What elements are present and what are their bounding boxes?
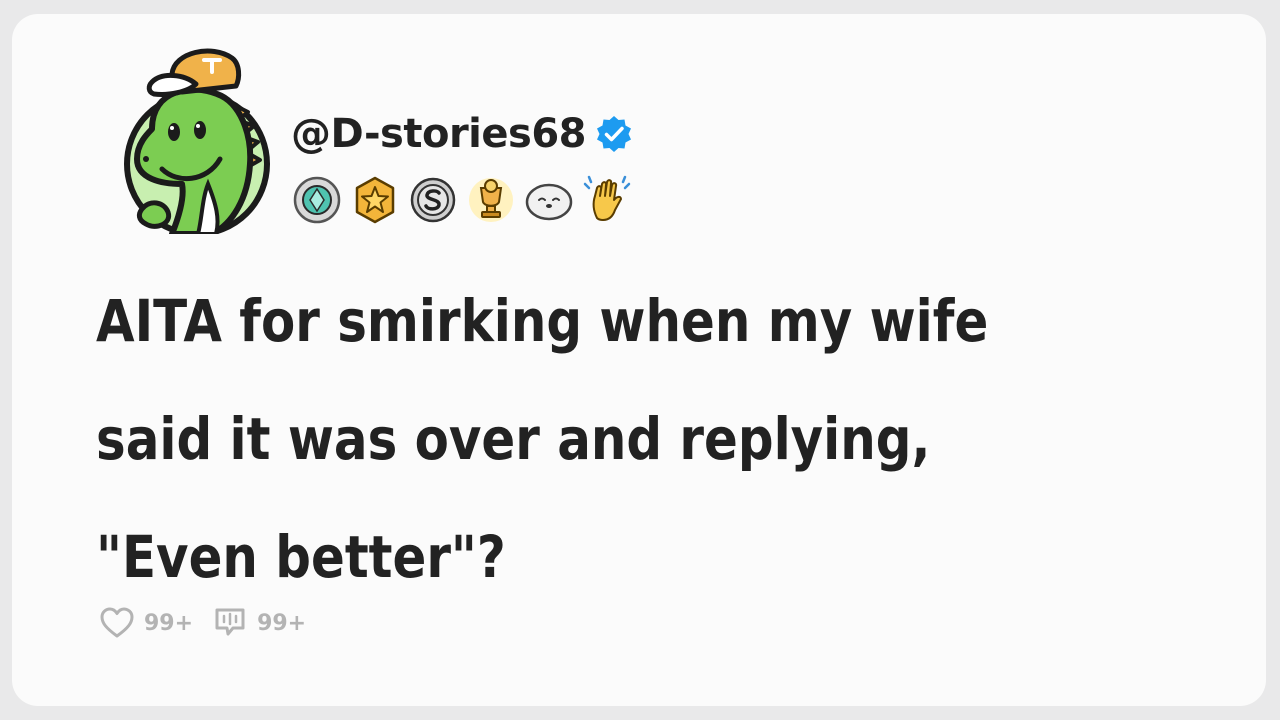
post-title-line: AITA for smirking when my wife (96, 287, 989, 355)
post-card: @D-stories68 AITA for smirking when my w… (12, 14, 1266, 706)
likes-count: 99+ (144, 610, 194, 636)
post-title-line: said it was over and replying, (96, 405, 931, 473)
comment-icon[interactable] (211, 604, 249, 642)
username[interactable]: @D-stories68 (291, 111, 587, 157)
verified-checkmark-icon (597, 116, 631, 152)
trophy-badge-icon[interactable] (465, 174, 517, 226)
badge-row (291, 174, 633, 226)
post-stats: 99+ 99+ (98, 604, 316, 642)
heart-icon[interactable] (98, 604, 136, 642)
comments-count: 99+ (257, 610, 307, 636)
post-title-line: "Even better"? (96, 523, 506, 591)
gem-badge-icon[interactable] (291, 174, 343, 226)
star-badge-icon[interactable] (349, 174, 401, 226)
post-title: AITA for smirking when my wife said it w… (96, 262, 1033, 616)
username-row: @D-stories68 (291, 106, 634, 162)
dinosaur-avatar[interactable] (112, 34, 282, 234)
high-five-badge-icon[interactable] (581, 174, 633, 226)
seal-badge-icon[interactable] (523, 174, 575, 226)
s-coin-badge-icon[interactable] (407, 174, 459, 226)
